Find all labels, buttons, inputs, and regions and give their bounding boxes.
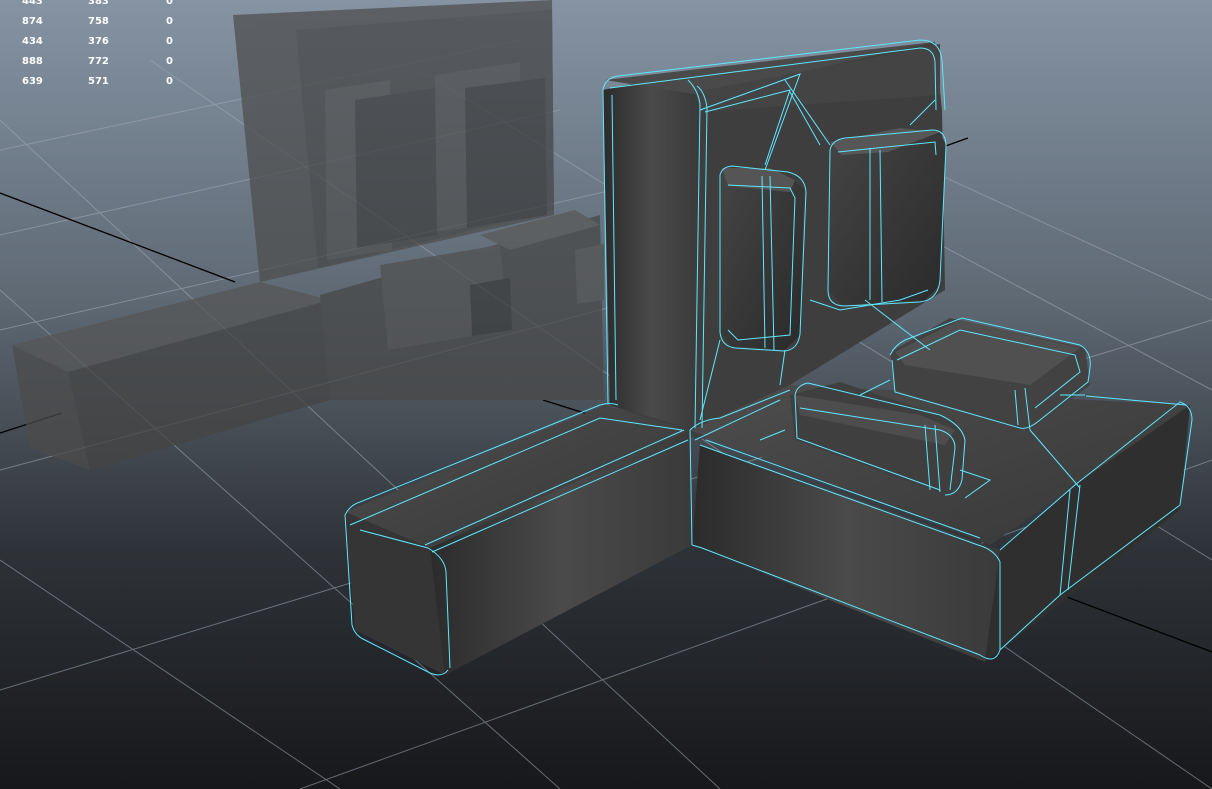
hud-value: 571 [88,76,109,87]
hud-value: 874 [22,16,43,27]
hud-row: 874 758 0 [0,15,200,35]
hud-row: 888 772 0 [0,55,200,75]
hud-row: 639 571 0 [0,75,200,95]
hud-value: 0 [166,76,173,87]
hud-value: 0 [166,56,173,67]
hud-value: 0 [166,16,173,27]
hud-value: 758 [88,16,109,27]
hud-row: 443 383 0 [0,0,200,15]
hud-value: 376 [88,36,109,47]
hud-value: 443 [22,0,43,7]
hud-value: 0 [166,36,173,47]
hud-value: 434 [22,36,43,47]
hud-value: 888 [22,56,43,67]
3d-viewport[interactable] [0,0,1212,789]
hud-value: 383 [88,0,109,7]
hud-value: 772 [88,56,109,67]
hud-row: 434 376 0 [0,35,200,55]
poly-count-hud: 443 383 0 874 758 0 434 376 0 888 772 0 … [0,0,200,95]
hud-value: 639 [22,76,43,87]
hud-value: 0 [166,0,173,7]
